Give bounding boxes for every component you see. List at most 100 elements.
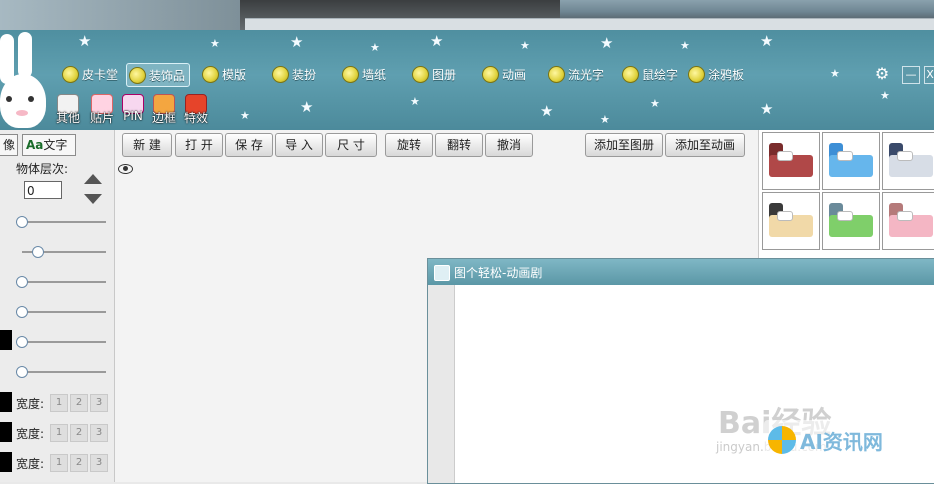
category-mousedraw[interactable]: 鼠绘字 bbox=[622, 63, 678, 85]
width-3-button[interactable]: 3 bbox=[90, 424, 108, 442]
rotate-button[interactable]: 旋转 bbox=[385, 133, 433, 157]
add-to-animation-button[interactable]: 添加至动画 bbox=[665, 133, 745, 157]
category-label: 鼠绘字 bbox=[642, 67, 679, 82]
flower-logo-icon bbox=[768, 426, 796, 454]
color-swatch[interactable] bbox=[0, 330, 12, 350]
color-swatch[interactable] bbox=[0, 422, 12, 442]
save-button[interactable]: 保 存 bbox=[225, 133, 273, 157]
bunny-mascot bbox=[0, 30, 52, 128]
add-to-album-button[interactable]: 添加至图册 bbox=[585, 133, 663, 157]
category-pikatang[interactable]: 皮卡堂 bbox=[62, 63, 118, 85]
width-label: 宽度: bbox=[16, 397, 45, 411]
width-1-button[interactable]: 1 bbox=[50, 454, 68, 472]
settings-gear-icon[interactable]: ⚙ bbox=[874, 66, 890, 82]
color-swatch[interactable] bbox=[0, 392, 12, 412]
tab-image[interactable]: 像 bbox=[0, 134, 18, 156]
import-button[interactable]: 导 入 bbox=[275, 133, 323, 157]
gallery-item[interactable] bbox=[882, 192, 934, 250]
category-wallpaper[interactable]: 墙纸 bbox=[342, 63, 386, 85]
category-decorations[interactable]: 装饰品 bbox=[126, 63, 191, 87]
category-album[interactable]: 图册 bbox=[412, 63, 456, 85]
category-glowtext[interactable]: 流光字 bbox=[548, 63, 604, 85]
leaf-icon bbox=[622, 65, 639, 83]
size-button[interactable]: 尺 寸 bbox=[325, 133, 377, 157]
width-2-button[interactable]: 2 bbox=[70, 424, 88, 442]
close-button[interactable]: X bbox=[924, 66, 934, 84]
category-label: 动画 bbox=[502, 67, 527, 82]
tab-text[interactable]: Aa文字 bbox=[22, 134, 76, 156]
category-dressup[interactable]: 装扮 bbox=[272, 63, 316, 85]
ai-watermark-text: AI资讯网 bbox=[800, 430, 883, 454]
star-decoration: ★ bbox=[650, 97, 660, 110]
slider-knob[interactable] bbox=[16, 306, 28, 318]
sub-label: 特效 bbox=[183, 111, 208, 125]
category-animation[interactable]: 动画 bbox=[482, 63, 526, 85]
gallery-item[interactable] bbox=[882, 132, 934, 190]
slider-knob[interactable] bbox=[16, 216, 28, 228]
sub-label: 贴片 bbox=[89, 111, 114, 125]
category-label: 涂鸦板 bbox=[708, 67, 745, 82]
sub-sticker[interactable]: 贴片 bbox=[87, 94, 115, 125]
sub-effects[interactable]: 特效 bbox=[181, 94, 209, 125]
gallery-item[interactable] bbox=[822, 192, 880, 250]
layer-down-icon[interactable] bbox=[84, 194, 102, 204]
slider-2[interactable] bbox=[22, 246, 106, 258]
width-label: 宽度: bbox=[16, 457, 45, 471]
category-label: 墙纸 bbox=[362, 67, 387, 82]
slider-1[interactable] bbox=[16, 216, 106, 228]
sub-frame[interactable]: 边框 bbox=[149, 94, 177, 125]
width-2-button[interactable]: 2 bbox=[70, 394, 88, 412]
slider-5[interactable] bbox=[16, 336, 106, 348]
slider-knob[interactable] bbox=[16, 336, 28, 348]
gallery-item[interactable] bbox=[762, 132, 820, 190]
star-decoration: ★ bbox=[760, 100, 774, 118]
leaf-icon bbox=[62, 65, 79, 83]
window-sidebar bbox=[428, 285, 455, 483]
undo-button[interactable]: 撤消 bbox=[485, 133, 533, 157]
width-1-button[interactable]: 1 bbox=[50, 394, 68, 412]
text-icon: Aa bbox=[26, 138, 44, 152]
star-decoration: ★ bbox=[78, 32, 92, 50]
leaf-icon bbox=[129, 66, 146, 84]
star-decoration: ★ bbox=[410, 95, 420, 108]
new-button[interactable]: 新 建 bbox=[122, 133, 172, 157]
slider-knob[interactable] bbox=[32, 246, 44, 258]
slider-knob[interactable] bbox=[16, 276, 28, 288]
category-label: 皮卡堂 bbox=[82, 67, 119, 82]
sub-other[interactable]: 其他 bbox=[53, 94, 81, 125]
width-3-button[interactable]: 3 bbox=[90, 454, 108, 472]
category-templates[interactable]: 模版 bbox=[202, 63, 246, 85]
slider-knob[interactable] bbox=[16, 366, 28, 378]
layer-label: 物体层次: bbox=[16, 162, 69, 176]
leaf-icon bbox=[202, 65, 219, 83]
category-label: 模版 bbox=[222, 67, 247, 82]
width-2-button[interactable]: 2 bbox=[70, 454, 88, 472]
open-button[interactable]: 打 开 bbox=[175, 133, 223, 157]
star-decoration: ★ bbox=[680, 39, 690, 52]
layer-up-icon[interactable] bbox=[84, 174, 102, 184]
window-titlebar[interactable]: 图个轻松-动画剧 bbox=[428, 259, 934, 285]
slider-6[interactable] bbox=[16, 366, 106, 378]
star-decoration: ★ bbox=[600, 34, 614, 52]
layer-input[interactable]: 0 bbox=[24, 181, 62, 199]
category-label: 装扮 bbox=[292, 67, 317, 82]
flip-button[interactable]: 翻转 bbox=[435, 133, 483, 157]
star-decoration: ★ bbox=[830, 67, 840, 80]
star-decoration: ★ bbox=[520, 39, 530, 52]
window-title: 图个轻松-动画剧 bbox=[454, 266, 543, 280]
category-label: 图册 bbox=[432, 67, 457, 82]
minimize-button[interactable]: — bbox=[902, 66, 920, 84]
category-doodle[interactable]: 涂鸦板 bbox=[688, 63, 744, 85]
eye-icon[interactable] bbox=[118, 164, 133, 174]
star-decoration: ★ bbox=[540, 102, 554, 120]
gallery-item[interactable] bbox=[762, 192, 820, 250]
width-3-button[interactable]: 3 bbox=[90, 394, 108, 412]
width-1-button[interactable]: 1 bbox=[50, 424, 68, 442]
color-swatch[interactable] bbox=[0, 452, 12, 472]
gallery-item[interactable] bbox=[822, 132, 880, 190]
slider-4[interactable] bbox=[16, 306, 106, 318]
sub-pin[interactable]: PIN bbox=[118, 94, 146, 124]
slider-3[interactable] bbox=[16, 276, 106, 288]
star-decoration: ★ bbox=[300, 98, 314, 116]
leaf-icon bbox=[482, 65, 499, 83]
